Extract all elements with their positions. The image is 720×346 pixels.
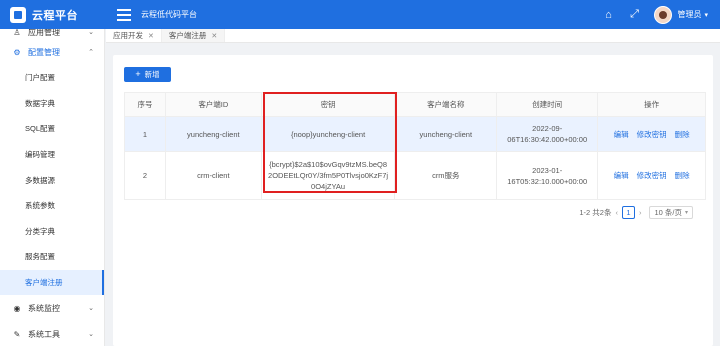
sidebar-group-tools[interactable]: ✎ 系统工具 ⌄: [0, 321, 104, 346]
sidebar-group-label: 系统工具: [28, 329, 60, 339]
pagination-summary: 1-2 共2条: [579, 208, 612, 217]
chevron-down-icon[interactable]: ▾: [704, 11, 708, 19]
edit-link[interactable]: 编辑: [614, 170, 629, 181]
chevron-up-icon: ⌃: [88, 49, 94, 56]
chevron-down-icon: ⌄: [88, 331, 94, 339]
delete-link[interactable]: 删除: [675, 129, 690, 140]
tab-client-register[interactable]: 客户端注册 ✕: [161, 29, 226, 42]
edit-link[interactable]: 编辑: [614, 129, 629, 140]
sidebar-item-dict[interactable]: 数据字典: [0, 91, 104, 117]
header-client-name: 客户端名称: [394, 92, 498, 117]
sidebar-item-service[interactable]: 服务配置: [0, 244, 104, 270]
change-secret-link[interactable]: 修改密钥: [637, 129, 667, 140]
cell-created: 2022-09-06T16:30:42.000+00:00: [496, 116, 599, 152]
header-actions: 操作: [597, 92, 706, 117]
cell-no: 2: [124, 151, 166, 200]
page-size-value: 10 条/页: [654, 208, 682, 217]
sidebar: ♙ 应用管理 ⌄ ⚙ 配置管理 ⌃ 门户配置 数据字典 SQL配置 编码管理 多…: [0, 29, 105, 346]
sidebar-group-app[interactable]: ♙ 应用管理 ⌄: [0, 29, 104, 39]
chevron-down-icon: ⌄: [88, 29, 94, 36]
gear-icon: ⚙: [13, 47, 21, 57]
home-icon[interactable]: ⌂: [600, 7, 616, 23]
table-row[interactable]: 2 crm-client {bcrypt}$2a$10$ovGqv9tzMS.b…: [124, 151, 706, 200]
table-header-row: 序号 客户端ID 密钥 客户端名称 创建时间 操作: [124, 92, 706, 117]
tab-bar: 应用开发 ✕ 客户端注册 ✕: [106, 29, 720, 43]
content-card: + 新增 序号 客户端ID 密钥 客户端名称 创建时间 操作 1 yunchen…: [113, 55, 713, 346]
page-number[interactable]: 1: [621, 206, 635, 219]
tab-app-dev[interactable]: 应用开发 ✕: [106, 29, 162, 42]
sidebar-item-sql[interactable]: SQL配置: [0, 116, 104, 142]
header-created: 创建时间: [496, 92, 599, 117]
sidebar-item-code[interactable]: 编码管理: [0, 142, 104, 168]
eye-icon: ◉: [13, 303, 21, 313]
close-icon[interactable]: ✕: [148, 32, 154, 40]
cell-no: 1: [124, 116, 166, 152]
logo[interactable]: 云程平台: [0, 0, 105, 29]
app-title: 云程平台: [32, 9, 78, 22]
cell-client-name: yuncheng-client: [394, 116, 498, 152]
header-secret: 密钥: [260, 92, 396, 117]
header-client-id: 客户端ID: [164, 92, 262, 117]
sidebar-group-config[interactable]: ⚙ 配置管理 ⌃: [0, 39, 104, 65]
user-name[interactable]: 管理员: [677, 9, 701, 20]
table-row[interactable]: 1 yuncheng-client {noop}yuncheng-client …: [124, 116, 706, 152]
cell-secret: {noop}yuncheng-client: [260, 116, 396, 152]
sidebar-group-label: 系统监控: [28, 303, 60, 313]
sidebar-group-monitor[interactable]: ◉ 系统监控 ⌄: [0, 295, 104, 321]
tab-label: 应用开发: [113, 31, 143, 40]
cell-actions: 编辑 修改密钥 删除: [597, 151, 706, 200]
change-secret-link[interactable]: 修改密钥: [637, 170, 667, 181]
wrench-icon: ✎: [13, 329, 21, 339]
cell-client-name: crm服务: [394, 151, 498, 200]
tab-label: 客户端注册: [168, 31, 207, 40]
plus-icon: +: [135, 69, 141, 79]
cell-client-id: crm-client: [164, 151, 262, 200]
menu-toggle-icon[interactable]: [117, 8, 131, 21]
add-button[interactable]: + 新增: [124, 67, 171, 82]
fullscreen-icon[interactable]: ⤢: [626, 7, 642, 23]
user-icon: ♙: [13, 29, 21, 37]
chevron-down-icon: ⌄: [88, 305, 94, 313]
chevron-down-icon: ▾: [684, 210, 688, 216]
sidebar-item-datasource[interactable]: 多数据源: [0, 167, 104, 193]
avatar[interactable]: [654, 5, 673, 24]
sidebar-item-portal[interactable]: 门户配置: [0, 65, 104, 91]
sidebar-item-params[interactable]: 系统参数: [0, 193, 104, 219]
delete-link[interactable]: 删除: [675, 170, 690, 181]
sidebar-item-client-register[interactable]: 客户端注册: [0, 269, 104, 296]
sidebar-group-label: 配置管理: [28, 47, 60, 57]
add-button-label: 新增: [144, 70, 160, 79]
cell-actions: 编辑 修改密钥 删除: [597, 116, 706, 152]
cell-secret: {bcrypt}$2a$10$ovGqv9tzMS.beQ82ODEEtLQr0…: [260, 151, 396, 200]
cell-created: 2023-01-16T05:32:10.000+00:00: [496, 151, 599, 200]
top-bar: 云程平台 云程低代码平台 ⌂ ⤢ 管理员 ▾: [0, 0, 720, 29]
prev-page-icon[interactable]: ‹: [615, 208, 618, 217]
sidebar-item-category[interactable]: 分类字典: [0, 219, 104, 245]
platform-name: 云程低代码平台: [141, 10, 197, 19]
pagination: 1-2 共2条 ‹ 1 › 10 条/页 ▾: [579, 206, 693, 219]
page-size-select[interactable]: 10 条/页 ▾: [649, 206, 693, 219]
next-page-icon[interactable]: ›: [639, 208, 642, 217]
header-no: 序号: [124, 92, 166, 117]
sidebar-group-label: 应用管理: [28, 29, 60, 37]
cell-client-id: yuncheng-client: [164, 116, 262, 152]
client-table: 序号 客户端ID 密钥 客户端名称 创建时间 操作 1 yuncheng-cli…: [124, 92, 706, 200]
close-icon[interactable]: ✕: [211, 32, 217, 40]
logo-icon: [10, 6, 26, 23]
